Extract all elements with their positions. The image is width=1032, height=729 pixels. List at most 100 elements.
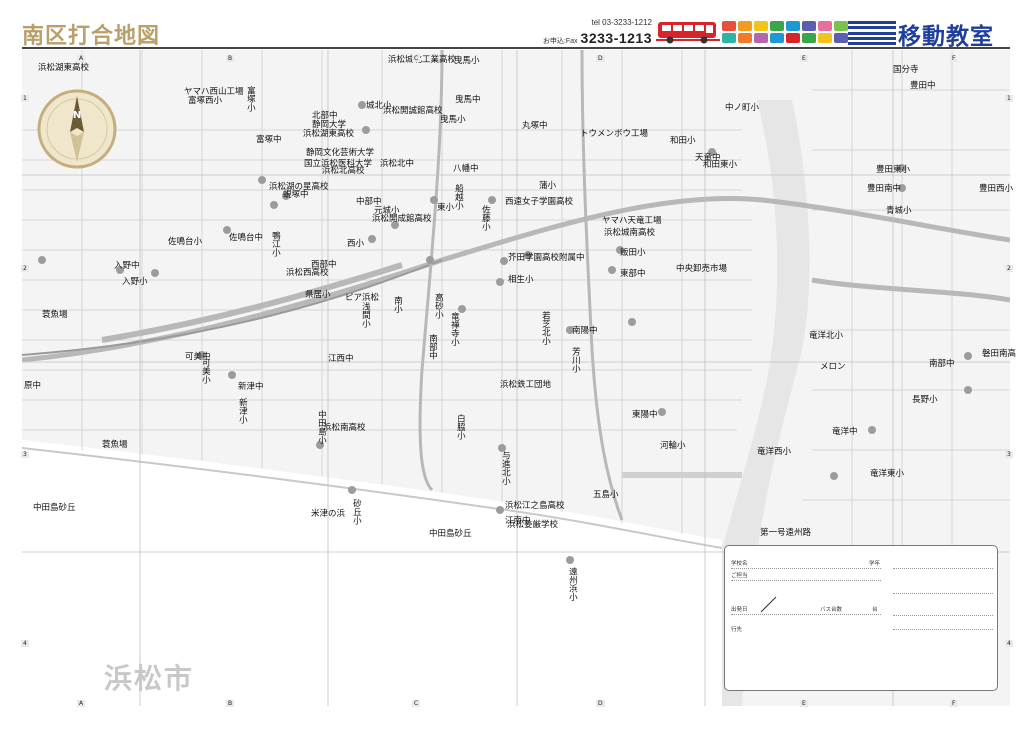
form-person-label: ご担当 xyxy=(731,573,748,579)
place-label: 曳馬中 xyxy=(455,95,481,105)
place-label: 新津小 xyxy=(237,398,248,424)
place-label: 中央卸売市場 xyxy=(676,264,728,274)
place-label: 竜禅寺小 xyxy=(449,312,460,346)
place-label: 浜松江之島高校 xyxy=(505,501,565,511)
place-label: 南陽中 xyxy=(572,326,598,336)
place-label: 河輪小 xyxy=(660,441,686,451)
city-label: 浜松市 xyxy=(104,662,195,695)
grid-column-label: B xyxy=(226,55,235,62)
place-label: 南部中 xyxy=(427,334,438,360)
grid-row-label: 1 xyxy=(1005,95,1013,102)
place-label: 浜松城北工業高校 xyxy=(388,55,457,65)
place-label: 可美小 xyxy=(200,358,211,384)
place-label: 蒲小 xyxy=(539,181,557,191)
page-title: 南区打合地図 xyxy=(22,24,161,49)
place-label: 蓑魚場 xyxy=(42,310,68,320)
grid-row-label: 4 xyxy=(21,640,29,647)
form-bus-count-label: バス台数 xyxy=(820,607,843,613)
place-label: 蜆塚中 xyxy=(283,190,309,200)
svg-text:N: N xyxy=(73,110,81,121)
place-label: 浜松開誠館高校 xyxy=(383,106,443,116)
place-label: 鴨江小 xyxy=(270,231,281,257)
place-label: 佐鳴台中 xyxy=(229,233,264,243)
place-label: 与進北小 xyxy=(500,451,511,485)
grid-row-label: 3 xyxy=(21,451,29,458)
place-label: 高砂小 xyxy=(433,293,444,319)
place-label: 相生小 xyxy=(508,275,534,285)
place-label: 曳馬小 xyxy=(454,56,480,66)
place-label: 船越小 xyxy=(453,184,464,210)
place-label: 浜松湖東高校 xyxy=(38,63,90,73)
form-school-name-line[interactable] xyxy=(731,568,881,569)
form-itinerary-line[interactable] xyxy=(893,629,993,630)
form-grade-line[interactable] xyxy=(893,568,993,569)
form-itinerary-label: 行先 xyxy=(731,627,743,633)
place-label: 中田島砂丘 xyxy=(33,503,76,513)
place-label: 富塚西小 xyxy=(188,96,223,106)
place-label: 県居小 xyxy=(305,290,331,300)
place-label: 長野小 xyxy=(912,395,938,405)
form-school-name-label: 学校名 xyxy=(731,561,748,567)
header-rule xyxy=(22,47,1010,49)
place-label: 米津の浜 xyxy=(311,509,346,519)
place-label: 丸塚中 xyxy=(522,121,548,131)
place-label: 豊田南中 xyxy=(867,184,902,194)
place-label: メロン xyxy=(820,362,846,372)
place-label: 豊田中 xyxy=(910,81,936,91)
place-label: 浜松城南高校 xyxy=(604,228,656,238)
place-label: 浜松南高校 xyxy=(323,423,366,433)
grid-column-label: D xyxy=(596,700,605,707)
place-label: 江西中 xyxy=(328,354,354,364)
form-date-label: 出発日 xyxy=(731,607,748,613)
form-person-line[interactable] xyxy=(731,580,881,581)
place-label: 入野小 xyxy=(122,277,148,287)
grid-row-label: 1 xyxy=(21,95,29,102)
place-label: 遠州浜小 xyxy=(567,567,578,601)
grid-column-label: A xyxy=(77,700,86,707)
place-label: 東小 xyxy=(437,203,455,213)
place-label: 浜松湖東高校 xyxy=(303,129,355,139)
place-label: 南部中 xyxy=(929,359,955,369)
grid-column-label: E xyxy=(800,55,808,62)
place-label: 中田島砂丘 xyxy=(429,529,472,539)
place-label: 和田小 xyxy=(670,136,696,146)
place-label: 富塚小 xyxy=(245,86,256,112)
place-label: 浅間小 xyxy=(360,302,371,328)
place-label: 豊田西小 xyxy=(979,184,1014,194)
bus-icon xyxy=(656,22,720,44)
place-label: 浜松姜厳学校 xyxy=(507,520,559,530)
grid-column-label: F xyxy=(950,55,958,62)
grid-row-label: 3 xyxy=(1005,451,1013,458)
grid-column-label: D xyxy=(596,55,605,62)
place-label: 浜松開成館高校 xyxy=(372,214,432,224)
form-note-line-1[interactable] xyxy=(893,593,993,594)
place-label: 南小 xyxy=(392,296,403,313)
place-label: 曳馬小 xyxy=(440,115,466,125)
place-label: 芳川小 xyxy=(570,347,581,373)
place-label: 浜松西高校 xyxy=(286,268,329,278)
place-label: 東陽中 xyxy=(632,410,658,420)
place-label: 原中 xyxy=(24,381,42,391)
service-icons xyxy=(722,21,848,43)
place-label: 佐藤小 xyxy=(480,205,491,231)
place-label: 飯田小 xyxy=(620,248,646,258)
place-label: トウメンボウ工場 xyxy=(580,129,649,139)
contact-block: tel 03-3233-1212 お申込:Fax 3233-1213 xyxy=(540,18,652,46)
place-label: 砂丘小 xyxy=(351,499,362,525)
grid-column-label: B xyxy=(226,700,235,707)
place-label: 和田東小 xyxy=(703,160,738,170)
place-label: 蓑魚場 xyxy=(102,440,128,450)
place-label: 竜洋中 xyxy=(832,427,858,437)
place-label: 白脇小 xyxy=(455,414,466,440)
form-note-line-2[interactable] xyxy=(893,615,993,616)
place-label: 芥田学園高校附属中 xyxy=(508,253,585,263)
place-label: 浜松鉄工団地 xyxy=(500,380,552,390)
place-label: 新津中 xyxy=(238,382,264,392)
grid-column-label: C xyxy=(412,55,421,62)
form-date-line[interactable] xyxy=(731,614,881,615)
place-label: 佐鳴台小 xyxy=(168,237,203,247)
booking-form[interactable]: 学校名 学年 ご担当 出発日 バス台数 台 行先 xyxy=(724,545,998,691)
place-label: 八幡中 xyxy=(453,164,479,174)
place-label: 中ノ町小 xyxy=(725,103,760,113)
place-label: 国分寺 xyxy=(893,65,919,75)
